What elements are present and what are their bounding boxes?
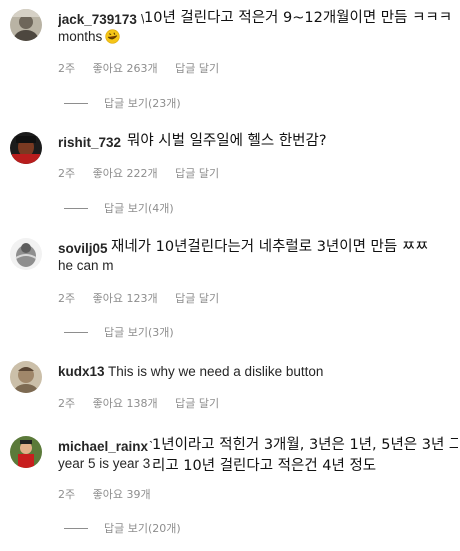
replies-divider (64, 331, 88, 333)
like-count[interactable]: 좋아요 39개 (93, 488, 151, 501)
timestamp: 2주 (58, 167, 76, 180)
view-replies-button[interactable]: 답글 보기(23개) (64, 95, 181, 111)
view-replies-button[interactable]: 답글 보기(4개) (64, 200, 174, 216)
like-count[interactable]: 좋아요 263개 (93, 62, 158, 75)
replies-divider (64, 102, 88, 104)
comment-text: This is why we need a dislike button (108, 364, 324, 379)
comment-item: sovilj05 재네가 10년걸린다는거 네추럴로 3년이면 만듬 ㅉㅉ he… (0, 237, 460, 353)
avatar[interactable] (10, 361, 42, 393)
avatar[interactable] (10, 436, 42, 468)
timestamp: 2주 (58, 488, 76, 501)
like-count[interactable]: 좋아요 222개 (93, 167, 158, 180)
rolling-on-floor-laughing-icon (105, 29, 120, 47)
reply-button[interactable]: 답글 달기 (175, 397, 219, 410)
comment-second-line: year 5 is year 3 (58, 456, 151, 471)
comment-meta: 2주 좋아요 263개 답글 달기 (58, 60, 233, 76)
timestamp: 2주 (58, 292, 76, 305)
comment-first-line: sovilj05 재네가 10년걸린다는거 네추럴로 3년이면 만듬 ㅉㅉ (58, 237, 458, 261)
avatar[interactable] (10, 238, 42, 270)
username[interactable]: sovilj05 (58, 241, 108, 256)
comment-meta: 2주 좋아요 39개 (58, 486, 165, 502)
like-count[interactable]: 좋아요 138개 (93, 397, 158, 410)
translated-overlay-text-2: 리고 10년 걸린다고 적은건 4년 정도 (152, 456, 377, 476)
comment-item: michael_rainx ` 1년이라고 적힌거 3개월, 3년은 1년, 5… (0, 435, 460, 551)
comment-second-line: he can m (58, 258, 114, 273)
replies-divider (64, 207, 88, 209)
username[interactable]: rishit_732 (58, 135, 121, 150)
comment-meta: 2주 좋아요 123개 답글 달기 (58, 290, 233, 306)
comment-second-line: months (58, 29, 120, 47)
reply-button[interactable]: 답글 달기 (175, 167, 219, 180)
username[interactable]: jack_739173 (58, 12, 137, 27)
replies-divider (64, 527, 88, 529)
view-replies-button[interactable]: 답글 보기(3개) (64, 324, 174, 340)
comment-first-line: rishit_732 뭐야 시벌 일주일에 헬스 한번감? (58, 131, 458, 155)
reply-button[interactable]: 답글 달기 (175, 62, 219, 75)
comment-meta: 2주 좋아요 138개 답글 달기 (58, 395, 233, 411)
like-count[interactable]: 좋아요 123개 (93, 292, 158, 305)
reply-button[interactable]: 답글 달기 (175, 292, 219, 305)
translated-overlay-text: 10년 걸린다고 적은거 9~12개월이면 만듬 ㅋㅋㅋ (144, 8, 455, 30)
comment-first-line: kudx13 This is why we need a dislike but… (58, 360, 458, 384)
comment-item: rishit_732 뭐야 시벌 일주일에 헬스 한번감? 2주 좋아요 222… (0, 131, 460, 247)
timestamp: 2주 (58, 62, 76, 75)
translated-overlay-text: 뭐야 시벌 일주일에 헬스 한번감? (127, 131, 329, 153)
translated-overlay-text: 재네가 10년걸린다는거 네추럴로 3년이면 만듬 ㅉㅉ (111, 237, 431, 259)
username[interactable]: michael_rainx (58, 439, 148, 454)
username[interactable]: kudx13 (58, 364, 105, 379)
avatar[interactable] (10, 132, 42, 164)
translated-overlay-text: 1년이라고 적힌거 3개월, 3년은 1년, 5년은 3년 그 (152, 435, 458, 457)
avatar[interactable] (10, 9, 42, 41)
timestamp: 2주 (58, 397, 76, 410)
comment-meta: 2주 좋아요 222개 답글 달기 (58, 165, 233, 181)
view-replies-button[interactable]: 답글 보기(20개) (64, 520, 181, 536)
comment-item: jack_739173 \ 10년 걸린다고 적은거 9~12개월이면 만듬 ㅋ… (0, 8, 460, 124)
